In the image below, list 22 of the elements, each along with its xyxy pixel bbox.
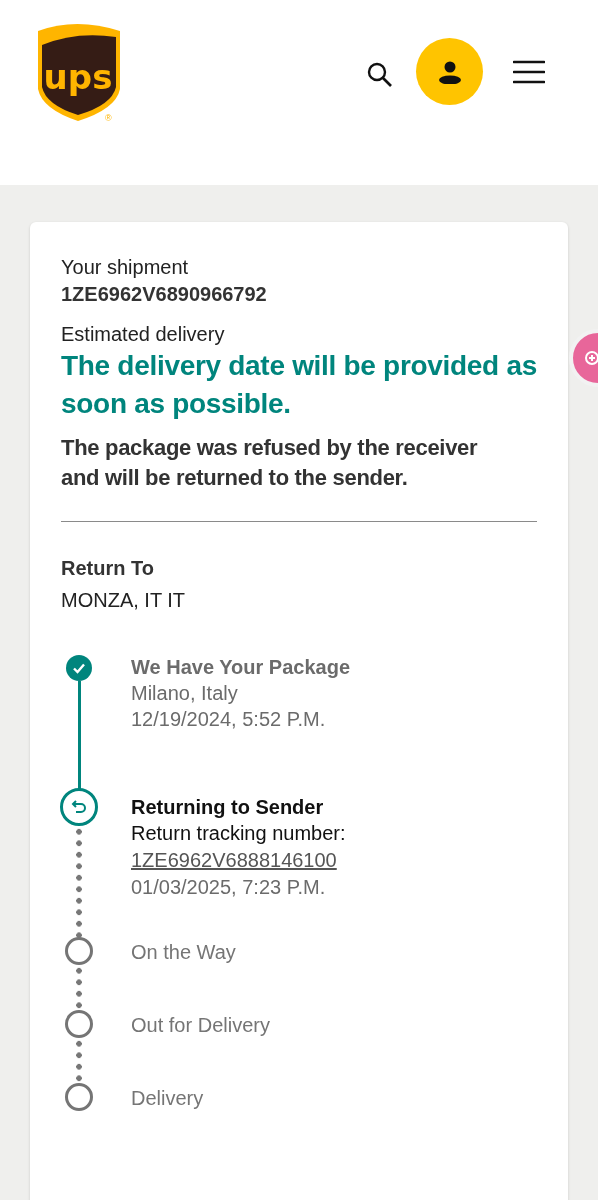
- tracking-link[interactable]: 1ZE6962V6888146100: [131, 846, 337, 874]
- step-title: Out for Delivery: [131, 1013, 271, 1038]
- step-date: 01/03/2025, 7:23 P.M.: [131, 875, 327, 900]
- search-icon[interactable]: [367, 62, 393, 88]
- estimate-label: Estimated delivery: [61, 322, 226, 347]
- person-icon: [437, 59, 462, 84]
- menu-icon[interactable]: [513, 60, 545, 84]
- status-message: The package was refused by the receiver and will be returned to the sender.: [61, 434, 479, 492]
- delivery-estimate: The delivery date will be provided as soon as possible.: [61, 349, 537, 421]
- step-detail: Return tracking number:: [131, 821, 347, 846]
- ups-logo[interactable]: ups ®: [36, 23, 122, 123]
- return-to-label: Return To: [61, 556, 155, 581]
- step-title: On the Way: [131, 940, 237, 965]
- step-detail: Milano, Italy: [131, 681, 239, 706]
- step-title: We Have Your Package: [131, 655, 351, 680]
- return-address: MONZA, IT IT: [61, 588, 187, 613]
- step-title: Returning to Sender: [131, 795, 325, 820]
- tracking-number: 1ZE6962V6890966792: [61, 282, 268, 307]
- shipment-label: Your shipment: [61, 255, 190, 280]
- step-detail: 12/19/2024, 5:52 P.M.: [131, 707, 327, 732]
- plus-icon: [585, 351, 598, 365]
- step-title: Delivery: [131, 1086, 205, 1111]
